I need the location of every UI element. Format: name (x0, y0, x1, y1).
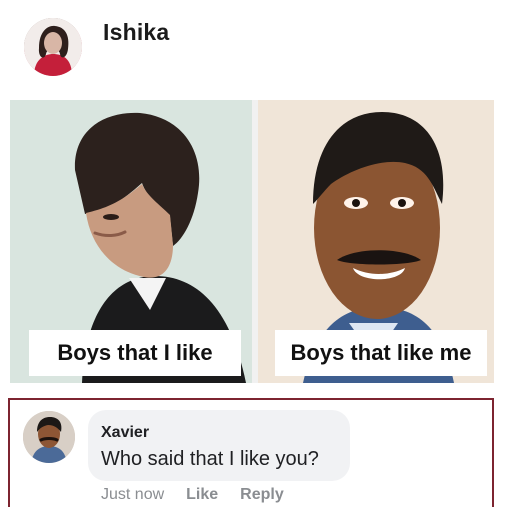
comment-actions: Just now Like Reply (101, 486, 284, 504)
comment-author-name[interactable]: Xavier (101, 424, 149, 442)
reply-button[interactable]: Reply (240, 486, 284, 504)
commenter-avatar-image (23, 411, 75, 463)
commenter-avatar[interactable] (23, 411, 75, 463)
like-button[interactable]: Like (186, 486, 218, 504)
poster-name[interactable]: Ishika (103, 19, 169, 46)
meme-caption-right: Boys that like me (275, 330, 487, 376)
comment-timestamp: Just now (101, 486, 165, 503)
post-header: Ishika (0, 0, 509, 96)
comment-text: Who said that I like you? (101, 448, 319, 470)
poster-avatar[interactable] (24, 18, 82, 76)
meme-caption-left: Boys that I like (29, 330, 241, 376)
meme-image: Boys that I like Boys that like me (10, 100, 494, 383)
poster-avatar-image (24, 18, 82, 76)
